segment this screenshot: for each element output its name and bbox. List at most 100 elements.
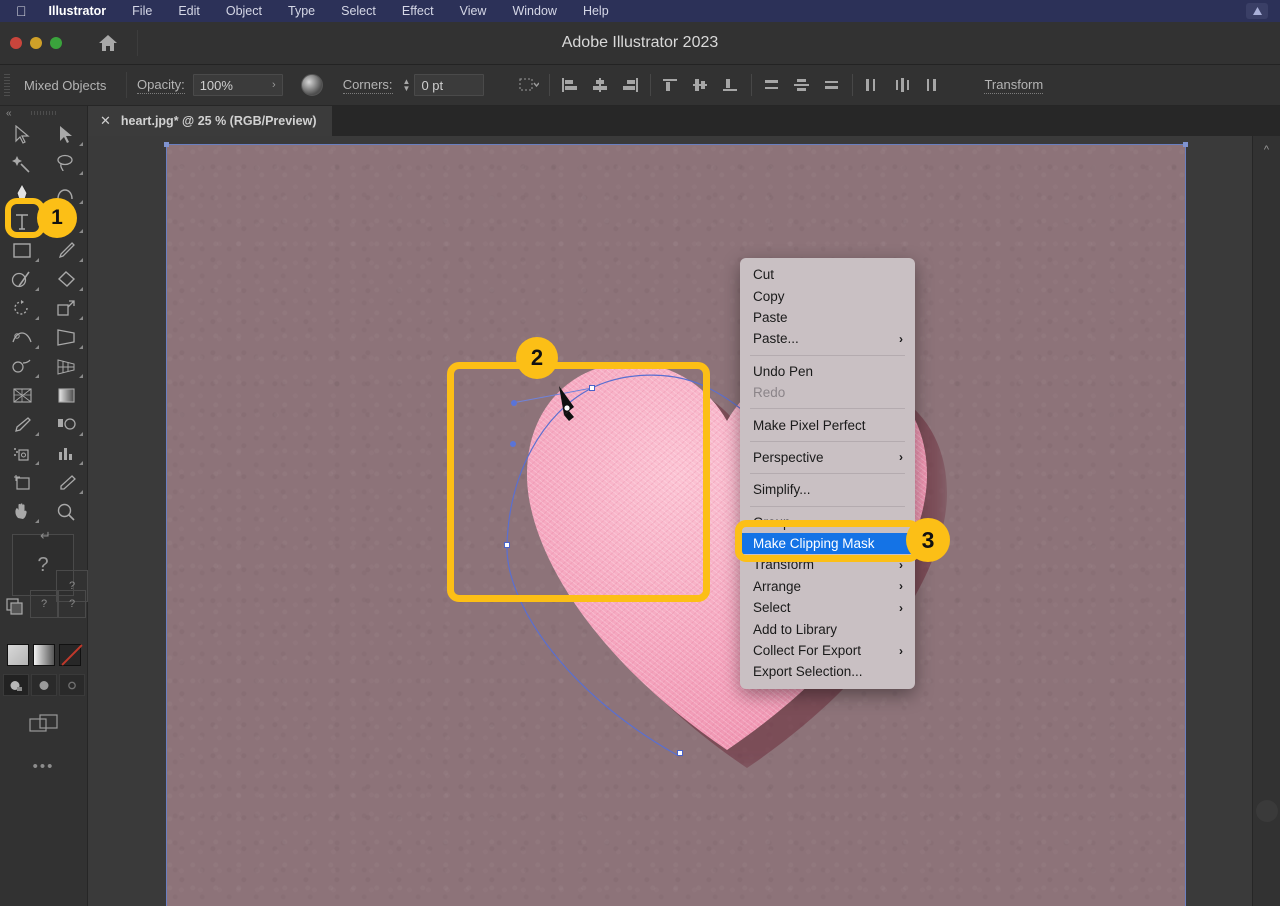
context-menu[interactable]: Cut Copy Paste Paste... › Undo Pen Redo Make Pi… xyxy=(740,258,915,689)
distribute-spacing-icon[interactable] xyxy=(514,72,544,98)
placeholder-question-mid[interactable]: ? xyxy=(30,590,58,618)
align-right-icon[interactable] xyxy=(615,72,645,98)
menu-item-view[interactable]: View xyxy=(447,4,500,18)
direct-selection-tool-icon[interactable] xyxy=(44,120,88,149)
selection-tool-icon[interactable] xyxy=(0,120,44,149)
distribute-horizontal-center-icon[interactable] xyxy=(888,72,918,98)
menu-item-type[interactable]: Type xyxy=(275,4,328,18)
menu-item-illustrator[interactable]: Illustrator xyxy=(43,4,120,18)
artboard-tool-icon[interactable] xyxy=(0,468,44,497)
app-title-bar: Adobe Illustrator 2023 xyxy=(0,22,1280,65)
shape-builder-tool-icon[interactable] xyxy=(0,352,44,381)
context-menu-separator xyxy=(750,505,905,507)
none-swatch[interactable] xyxy=(58,644,81,666)
paintbrush-tool-icon[interactable] xyxy=(44,236,88,265)
home-icon[interactable] xyxy=(91,28,125,58)
distribute-top-icon[interactable] xyxy=(757,72,787,98)
draw-behind-icon[interactable] xyxy=(30,674,57,696)
zoom-tool-icon[interactable] xyxy=(44,497,88,526)
align-horizontal-center-icon[interactable] xyxy=(585,72,615,98)
scale-tool-icon[interactable] xyxy=(44,294,88,323)
context-menu-item-perspective[interactable]: Perspective › xyxy=(740,447,915,468)
context-menu-item-paste[interactable]: Paste... › xyxy=(740,328,915,349)
fill-swatch[interactable] xyxy=(6,644,29,666)
context-menu-item-cut[interactable]: Cut xyxy=(740,264,915,285)
rotate-tool-icon[interactable] xyxy=(0,294,44,323)
draw-inside-icon[interactable] xyxy=(58,674,85,696)
column-graph-tool-icon[interactable] xyxy=(44,439,88,468)
close-window-button[interactable] xyxy=(10,37,22,49)
distribute-right-icon[interactable] xyxy=(918,72,948,98)
free-transform-tool-icon[interactable] xyxy=(44,323,88,352)
right-panel-strip[interactable]: ^ xyxy=(1252,136,1280,906)
anchor-point-4[interactable] xyxy=(677,750,683,756)
drag-grip-icon[interactable] xyxy=(0,106,87,120)
magic-wand-tool-icon[interactable] xyxy=(0,149,44,178)
gradient-swatch[interactable] xyxy=(32,644,55,666)
context-menu-item-undo-pen[interactable]: Undo Pen xyxy=(740,361,915,382)
menu-item-window[interactable]: Window xyxy=(499,4,569,18)
chevron-up-icon[interactable]: ^ xyxy=(1253,144,1280,156)
context-menu-item-simplify[interactable]: Simplify... xyxy=(740,479,915,500)
control-center-icon[interactable] xyxy=(1246,3,1268,19)
mesh-tool-icon[interactable] xyxy=(0,381,44,410)
distribute-vertical-center-icon[interactable] xyxy=(787,72,817,98)
menu-item-select[interactable]: Select xyxy=(328,4,389,18)
eyedropper-tool-icon[interactable] xyxy=(0,410,44,439)
corners-label[interactable]: Corners: xyxy=(342,77,393,94)
stepper-icon[interactable]: ▲ ▼ xyxy=(403,78,411,93)
opacity-input[interactable]: 100% › xyxy=(192,74,283,96)
apple-logo-icon[interactable]:  xyxy=(16,4,27,18)
close-icon[interactable]: ✕ xyxy=(100,113,111,129)
align-left-icon[interactable] xyxy=(555,72,585,98)
eraser-tool-icon[interactable] xyxy=(44,265,88,294)
width-tool-icon[interactable] xyxy=(0,323,44,352)
draw-normal-icon[interactable] xyxy=(2,674,29,696)
corners-control[interactable]: ▲ ▼ 0 pt xyxy=(403,74,485,96)
document-tab[interactable]: ✕ heart.jpg* @ 25 % (RGB/Preview) xyxy=(88,106,333,136)
hand-tool-icon[interactable] xyxy=(0,497,44,526)
control-bar-grip[interactable] xyxy=(4,74,10,96)
more-options-icon[interactable]: ••• xyxy=(0,758,87,775)
menu-item-object[interactable]: Object xyxy=(213,4,275,18)
distribute-left-icon[interactable] xyxy=(858,72,888,98)
shaper-tool-icon[interactable] xyxy=(0,265,44,294)
transform-button[interactable]: Transform xyxy=(984,77,1044,94)
distribute-bottom-icon[interactable] xyxy=(817,72,847,98)
corners-input[interactable]: 0 pt xyxy=(414,74,485,96)
align-top-icon[interactable] xyxy=(656,72,686,98)
rectangle-tool-icon[interactable] xyxy=(0,236,44,265)
context-menu-item-collect-for-export[interactable]: Collect For Export › xyxy=(740,640,915,661)
opacity-label[interactable]: Opacity: xyxy=(137,77,185,94)
context-menu-item-paste[interactable]: Paste xyxy=(740,307,915,328)
document-tab-bar: ✕ heart.jpg* @ 25 % (RGB/Preview) xyxy=(88,106,1280,136)
slice-tool-icon[interactable] xyxy=(44,468,88,497)
panel-placeholder-icon[interactable] xyxy=(1256,800,1278,822)
symbol-sprayer-tool-icon[interactable] xyxy=(0,439,44,468)
context-menu-item-export-selection[interactable]: Export Selection... xyxy=(740,661,915,682)
context-menu-item-make-pixel-perfect[interactable]: Make Pixel Perfect xyxy=(740,414,915,435)
context-menu-item-arrange[interactable]: Arrange › xyxy=(740,576,915,597)
chevron-right-icon[interactable]: › xyxy=(262,79,276,91)
opacity-mask-icon[interactable] xyxy=(300,74,323,96)
align-vertical-center-icon[interactable] xyxy=(686,72,716,98)
collapse-panel-icon[interactable]: « xyxy=(6,108,12,119)
menu-item-effect[interactable]: Effect xyxy=(389,4,447,18)
align-bottom-icon[interactable] xyxy=(716,72,746,98)
menu-item-edit[interactable]: Edit xyxy=(165,4,213,18)
context-menu-item-select[interactable]: Select › xyxy=(740,597,915,618)
maximize-window-button[interactable] xyxy=(50,37,62,49)
swap-arrow-icon[interactable]: ↵ xyxy=(40,528,51,544)
context-menu-item-add-to-library[interactable]: Add to Library xyxy=(740,618,915,639)
screen-mode-icon[interactable] xyxy=(0,714,87,736)
perspective-grid-tool-icon[interactable] xyxy=(44,352,88,381)
placeholder-question-far[interactable]: ? xyxy=(58,590,86,618)
context-menu-item-copy[interactable]: Copy xyxy=(740,285,915,306)
minimize-window-button[interactable] xyxy=(30,37,42,49)
edit-toolbar-icon[interactable] xyxy=(6,598,24,621)
lasso-tool-icon[interactable] xyxy=(44,149,88,178)
menu-item-file[interactable]: File xyxy=(119,4,165,18)
blend-tool-icon[interactable] xyxy=(44,410,88,439)
gradient-tool-icon[interactable] xyxy=(44,381,88,410)
menu-item-help[interactable]: Help xyxy=(570,4,622,18)
